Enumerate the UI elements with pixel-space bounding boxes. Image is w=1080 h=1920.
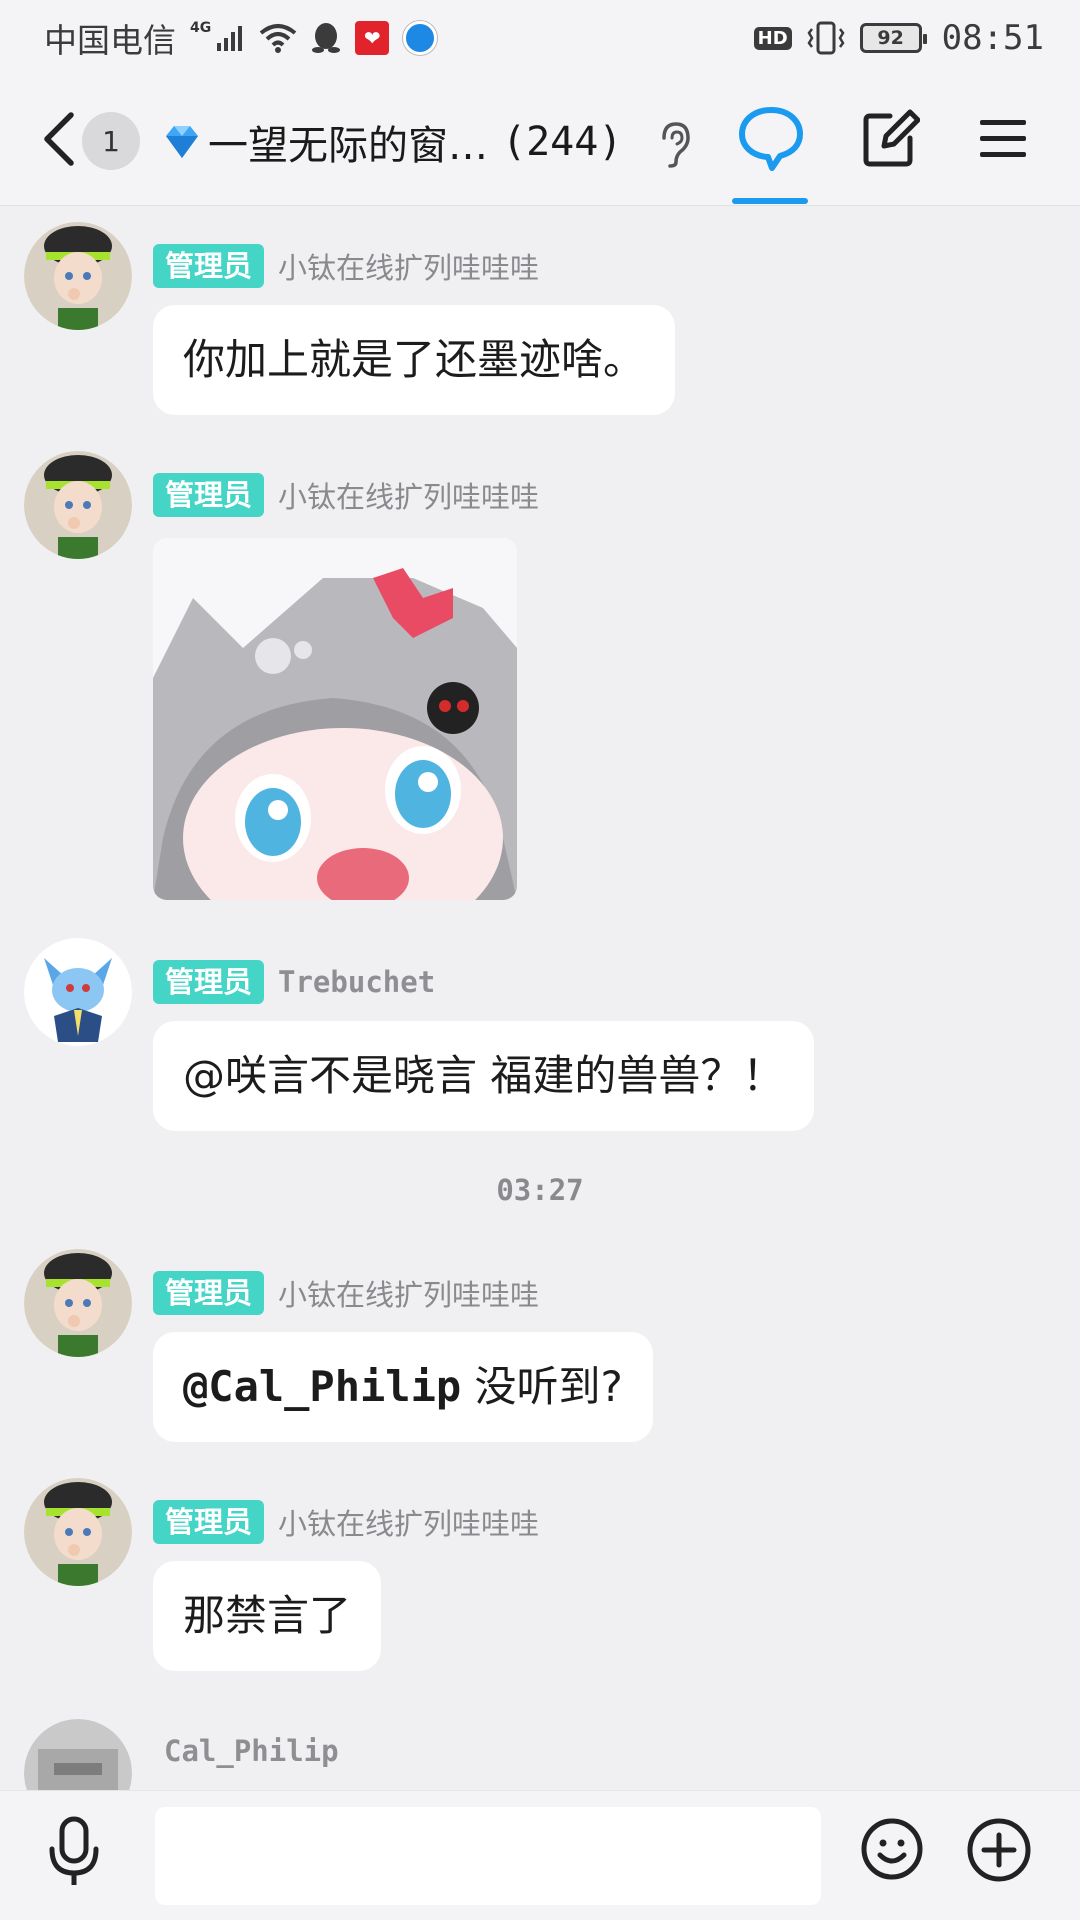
message-bubble[interactable]: @Cal_Philip 没听到? bbox=[153, 1332, 653, 1442]
edit-note-icon bbox=[863, 109, 921, 167]
message-list[interactable]: 管理员 小钛在线扩列哇哇哇 你加上就是了还墨迹啥。 管理员 小钛在线扩列哇哇哇 bbox=[0, 207, 1080, 1790]
battery-icon: 92 bbox=[859, 23, 927, 53]
message-bubble[interactable]: @咲言不是晓言 福建的兽兽？！ bbox=[153, 1021, 815, 1131]
chat-header: 1 一望无际的窗… (244) bbox=[0, 76, 1080, 206]
sender-name[interactable]: 小钛在线扩列哇哇哇 bbox=[278, 1501, 539, 1543]
network-type: 4G bbox=[190, 20, 212, 36]
sender-name[interactable]: Trebuchet bbox=[278, 965, 435, 999]
message-bubble[interactable]: 那禁言了 bbox=[153, 1561, 382, 1671]
signal-icon bbox=[215, 23, 245, 53]
hd-icon: HD bbox=[753, 26, 792, 50]
tab-edit[interactable] bbox=[860, 106, 921, 170]
group-title[interactable]: 一望无际的窗… (244) bbox=[160, 112, 622, 172]
admin-badge: 管理员 bbox=[153, 1271, 265, 1315]
status-bar: 中国电信 4G ❤ HD 92 08:51 bbox=[0, 0, 1080, 76]
status-left: 中国电信 4G ❤ bbox=[44, 14, 438, 62]
menu-button[interactable] bbox=[976, 114, 1032, 164]
browser-app-icon bbox=[403, 21, 438, 55]
message-bubble[interactable]: 你加上就是了还墨迹啥。 bbox=[153, 305, 676, 415]
emoji-button[interactable] bbox=[860, 1817, 924, 1881]
admin-badge: 管理员 bbox=[153, 1500, 265, 1544]
ear-icon[interactable] bbox=[652, 120, 696, 168]
admin-badge: 管理员 bbox=[153, 244, 265, 288]
clock: 08:51 bbox=[941, 18, 1044, 58]
message-meta: 管理员 小钛在线扩列哇哇哇 bbox=[153, 244, 539, 288]
unread-count-badge: 1 bbox=[82, 112, 140, 170]
sender-name[interactable]: 小钛在线扩列哇哇哇 bbox=[278, 1272, 539, 1314]
avatar[interactable] bbox=[24, 1478, 132, 1586]
admin-badge: 管理员 bbox=[153, 960, 265, 1004]
red-app-icon: ❤ bbox=[355, 21, 390, 55]
back-button[interactable] bbox=[36, 106, 80, 172]
carrier-name: 中国电信 bbox=[44, 21, 176, 60]
qq-penguin-icon bbox=[311, 21, 341, 55]
message-meta: 管理员 小钛在线扩列哇哇哇 bbox=[153, 1271, 539, 1315]
sender-name[interactable]: 小钛在线扩列哇哇哇 bbox=[278, 245, 539, 287]
hamburger-menu-icon bbox=[980, 120, 1026, 157]
chat-bubble-icon bbox=[739, 107, 803, 171]
message-meta: 管理员 Trebuchet bbox=[153, 960, 435, 1004]
wifi-icon bbox=[259, 23, 297, 53]
time-divider: 03:27 bbox=[496, 1173, 584, 1207]
member-count: (244) bbox=[502, 119, 623, 165]
sender-name[interactable]: Cal_Philip bbox=[164, 1734, 339, 1768]
plus-circle-icon bbox=[967, 1818, 1031, 1882]
chevron-left-icon bbox=[44, 112, 74, 166]
message-meta: 管理员 小钛在线扩列哇哇哇 bbox=[153, 1500, 539, 1544]
sticker-image[interactable] bbox=[153, 538, 517, 900]
avatar[interactable] bbox=[24, 1719, 132, 1790]
avatar[interactable] bbox=[24, 938, 132, 1046]
more-button[interactable] bbox=[966, 1817, 1032, 1883]
avatar[interactable] bbox=[24, 1249, 132, 1357]
message-meta: Cal_Philip bbox=[164, 1729, 339, 1773]
message-input[interactable] bbox=[155, 1807, 821, 1905]
mention-text[interactable]: @Cal_Philip bbox=[183, 1362, 461, 1411]
message-text: 你加上就是了还墨迹啥。 bbox=[183, 335, 646, 384]
active-tab-indicator bbox=[732, 198, 808, 204]
voice-button[interactable] bbox=[44, 1813, 104, 1893]
admin-badge: 管理员 bbox=[153, 473, 265, 517]
smiley-icon bbox=[861, 1818, 923, 1880]
diamond-icon bbox=[160, 120, 204, 164]
group-name: 一望无际的窗… bbox=[208, 123, 488, 169]
message-text: 那禁言了 bbox=[183, 1591, 352, 1640]
microphone-icon bbox=[49, 1816, 99, 1885]
tab-chat[interactable] bbox=[734, 102, 808, 176]
avatar[interactable] bbox=[24, 222, 132, 330]
message-meta: 管理员 小钛在线扩列哇哇哇 bbox=[153, 473, 539, 517]
status-right: HD 92 08:51 bbox=[753, 18, 1044, 58]
input-bar bbox=[0, 1790, 1080, 1920]
sender-name[interactable]: 小钛在线扩列哇哇哇 bbox=[278, 474, 539, 516]
vibrate-icon bbox=[806, 21, 846, 55]
avatar[interactable] bbox=[24, 451, 132, 559]
message-text: 没听到? bbox=[461, 1362, 623, 1411]
message-text: @咲言不是晓言 福建的兽兽？！ bbox=[183, 1051, 785, 1100]
